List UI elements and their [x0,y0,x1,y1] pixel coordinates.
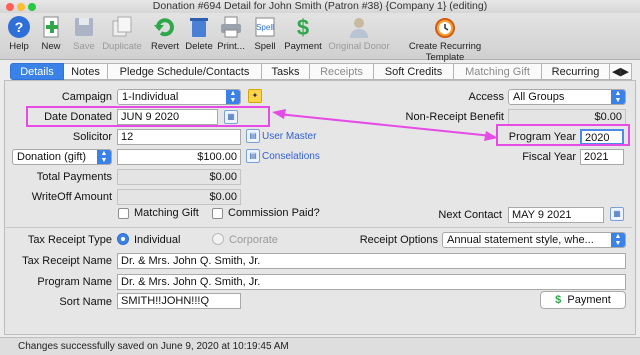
save-icon [75,18,93,36]
individual-radio[interactable] [117,233,129,245]
receipt-options-select[interactable]: Annual statement style, whe... ▲ ▼ [442,232,626,248]
payment-button[interactable]: $ Payment [282,15,324,52]
user-master-icon[interactable]: ▤ [246,129,260,143]
fiscal-year-label: Fiscal Year [522,151,576,163]
revert-icon [154,18,174,37]
next-contact-field[interactable]: MAY 9 2021 [508,207,604,223]
svg-text:$: $ [297,15,309,39]
save-button[interactable]: Save [68,15,100,52]
program-name-field[interactable]: Dr. & Mrs. John Q. Smith, Jr. [117,274,626,290]
dollar-icon: $ [555,294,562,306]
delete-button[interactable]: Delete [184,15,214,52]
sort-name-label: Sort Name [59,296,112,308]
help-icon: ? [8,16,30,38]
tax-receipt-name-label: Tax Receipt Name [22,255,112,267]
help-button[interactable]: ? Help [4,15,34,52]
solicitor-field[interactable]: 12 [117,129,241,145]
revert-button[interactable]: Revert [148,15,182,52]
payment-action-button[interactable]: $ Payment [540,291,626,309]
delete-icon [190,18,208,37]
duplicate-icon [112,16,132,37]
svg-text:Spell: Spell [256,23,274,32]
status-bar: Changes successfully saved on June 9, 20… [0,337,640,355]
zoom-window-icon[interactable] [28,3,36,11]
chevron-updown-icon: ▲ ▼ [611,233,625,247]
new-icon [43,16,59,38]
print-button[interactable]: Print... [214,15,248,52]
matching-gift-label: Matching Gift [134,207,199,219]
amount-field[interactable]: $100.00 [117,149,241,165]
tab-receipts[interactable]: Receipts [310,63,374,80]
individual-label: Individual [134,234,181,246]
chevron-updown-icon: ▲ ▼ [611,90,625,104]
campaign-label: Campaign [61,91,112,103]
tab-details[interactable]: Details [10,63,64,80]
next-contact-label: Next Contact [438,209,502,221]
non-receipt-benefit-value: $0.00 [508,109,626,125]
print-icon [221,16,241,38]
toolbar: ? Help New Save Duplicate Revert Delete … [0,13,640,63]
chevron-updown-icon: ▲ ▼ [97,150,111,164]
duplicate-button[interactable]: Duplicate [100,15,144,52]
payment-icon: $ [297,15,309,39]
tab-matching-gift[interactable]: Matching Gift [454,63,542,80]
new-button[interactable]: New [36,15,66,52]
commission-paid-label: Commission Paid? [228,207,320,219]
tab-pledge-schedule-contacts[interactable]: Pledge Schedule/Contacts [108,63,262,80]
spell-icon: Spell [255,17,275,37]
tab-recurring[interactable]: Recurring [542,63,610,80]
corporate-radio[interactable] [212,233,224,245]
sort-name-field[interactable]: SMITH!!JOHN!!!Q [117,293,241,309]
alarm-clock-icon [435,18,455,38]
commission-paid-checkbox[interactable] [212,208,223,219]
tax-receipt-name-field[interactable]: Dr. & Mrs. John Q. Smith, Jr. [117,253,626,269]
receipt-options-label: Receipt Options [359,234,438,246]
close-window-icon[interactable] [6,3,14,11]
conselations-icon[interactable]: ▤ [246,149,260,163]
writeoff-amount-value: $0.00 [117,189,241,205]
conselations-link[interactable]: Conselations [262,151,320,162]
solicitor-label: Solicitor [72,131,112,143]
connector-arrow-icon [272,109,498,141]
corporate-label: Corporate [229,234,278,246]
original-donor-icon [350,18,368,38]
tab-bar: Details Notes Pledge Schedule/Contacts T… [10,63,632,81]
program-name-label: Program Name [37,276,112,288]
title-bar: Donation #694 Detail for John Smith (Pat… [0,0,640,13]
total-payments-label: Total Payments [36,171,112,183]
program-year-highlight [496,124,630,146]
tab-tasks[interactable]: Tasks [262,63,310,80]
spell-button[interactable]: Spell Spell [250,15,280,52]
writeoff-amount-label: WriteOff Amount [31,191,112,203]
svg-text:?: ? [15,19,24,35]
calendar-icon[interactable]: ▦ [610,207,624,221]
tax-receipt-type-label: Tax Receipt Type [27,234,112,246]
fiscal-year-field[interactable]: 2021 [580,149,624,165]
access-label: Access [468,91,504,103]
date-donated-highlight [26,106,270,127]
status-message: Changes successfully saved on June 9, 20… [18,341,289,352]
window-title: Donation #694 Detail for John Smith (Pat… [152,0,488,12]
create-recurring-template-button[interactable]: Create Recurring Template [394,15,496,63]
folder-icon[interactable]: ✦ [248,89,262,103]
access-select[interactable]: All Groups ▲ ▼ [508,89,626,105]
original-donor-button[interactable]: Original Donor [326,15,392,52]
tab-notes[interactable]: Notes [64,63,108,80]
section-divider [4,227,632,228]
chevron-updown-icon: ▲ ▼ [226,90,240,104]
tab-soft-credits[interactable]: Soft Credits [374,63,454,80]
tab-overflow-arrow-icon[interactable]: ◀▶ [610,63,632,80]
campaign-select[interactable]: 1-Individual ▲ ▼ [117,89,241,105]
donation-type-select[interactable]: Donation (gift) ▲ ▼ [12,149,112,165]
minimize-window-icon[interactable] [17,3,25,11]
total-payments-value: $0.00 [117,169,241,185]
matching-gift-checkbox[interactable] [118,208,129,219]
